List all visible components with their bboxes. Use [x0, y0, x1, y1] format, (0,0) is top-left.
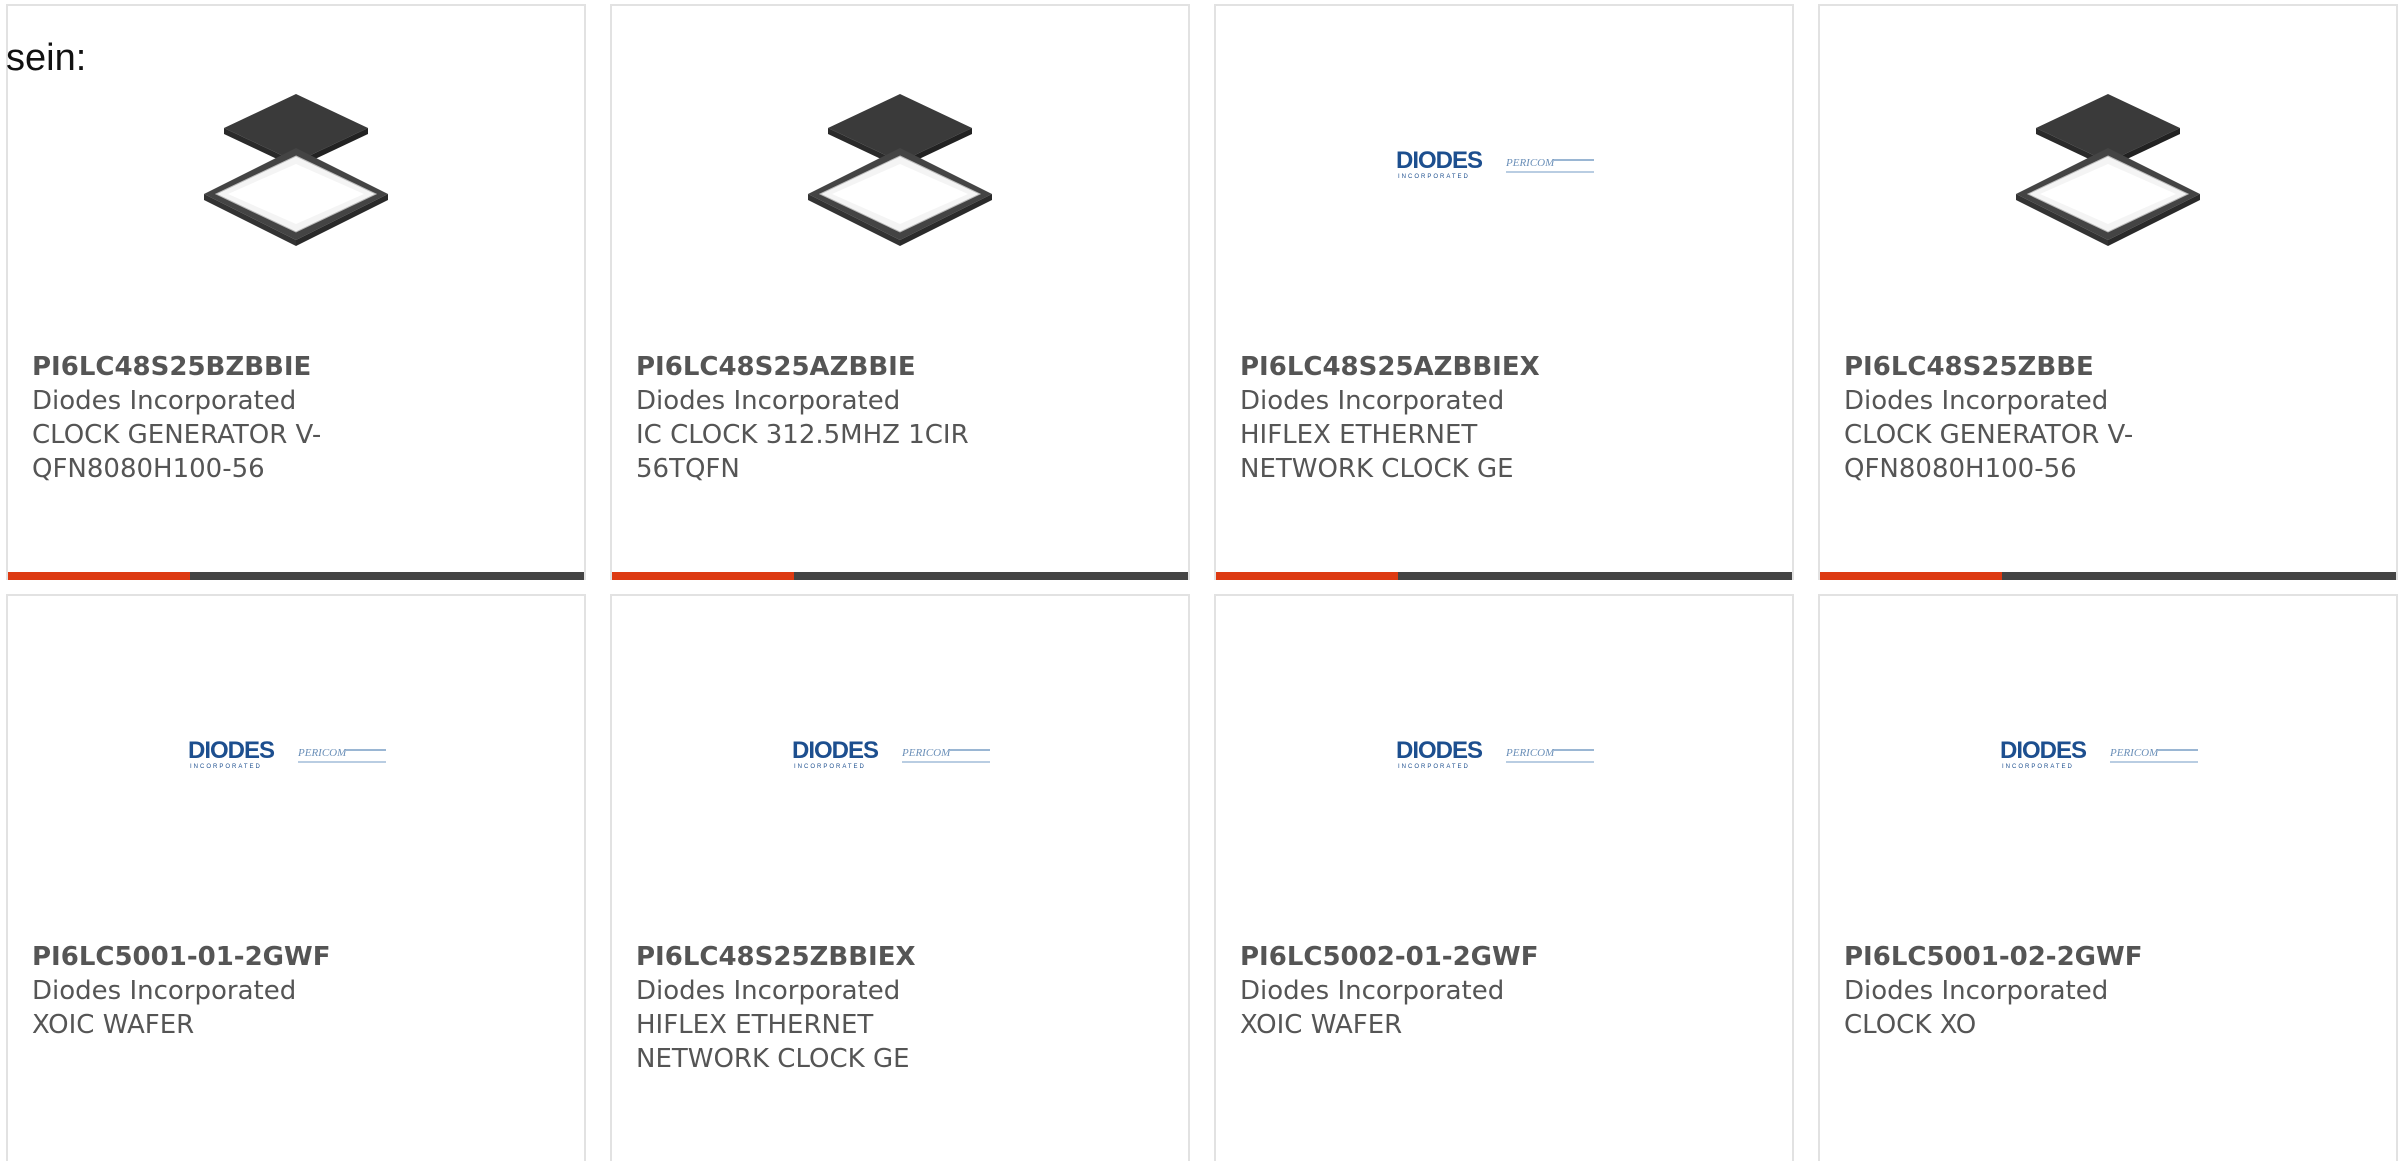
manufacturer-label: Diodes Incorporated: [1240, 386, 1505, 416]
pericom-logo-text: PERICOM: [901, 747, 951, 759]
description-text: XOIC WAFER: [1240, 1010, 1403, 1040]
product-card[interactable]: DIODES INCORPORATED PERICOM PI6LC5001-02…: [1818, 594, 2398, 1161]
product-info: PI6LC48S25ZBBIEX Diodes Incorporated HIF…: [636, 940, 1164, 1076]
card-accent-bar: [1216, 572, 1398, 580]
description-text: IC CLOCK 312.5MHZ 1CIR 56TQFN: [636, 420, 969, 484]
part-number-link[interactable]: PI6LC5002-01-2GWF: [1240, 940, 1768, 974]
qfn-chip-image: [2016, 94, 2200, 246]
card-accent-bar: [612, 572, 794, 580]
card-bottom-bar: [1216, 572, 1792, 580]
product-image[interactable]: [8, 46, 584, 286]
part-number-link[interactable]: PI6LC48S25ZBBE: [1844, 350, 2372, 384]
diodes-logo-subtext: INCORPORATED: [1398, 174, 1470, 180]
part-number-link[interactable]: PI6LC5001-02-2GWF: [1844, 940, 2372, 974]
manufacturer-label: Diodes Incorporated: [1844, 976, 2109, 1006]
diodes-pericom-logo: DIODES INCORPORATED PERICOM: [1396, 737, 1594, 770]
card-accent-bar: [1820, 572, 2002, 580]
part-number-link[interactable]: PI6LC48S25AZBBIE: [636, 350, 1164, 384]
part-number-link[interactable]: PI6LC5001-01-2GWF: [32, 940, 560, 974]
diodes-logo-subtext: INCORPORATED: [190, 764, 262, 770]
product-info: PI6LC5001-01-2GWF Diodes Incorporated XO…: [32, 940, 560, 1042]
product-info: PI6LC48S25AZBBIE Diodes Incorporated IC …: [636, 350, 1164, 486]
manufacturer-label: Diodes Incorporated: [1844, 386, 2109, 416]
part-number-link[interactable]: PI6LC48S25ZBBIEX: [636, 940, 1164, 974]
product-image[interactable]: DIODES INCORPORATED PERICOM: [612, 636, 1188, 876]
product-info: PI6LC48S25BZBBIE Diodes Incorporated CLO…: [32, 350, 560, 486]
product-grid-page: sein: PI6LC48S25BZBBIE Diodes Incorporat…: [0, 0, 2400, 1161]
diodes-logo-text: DIODES: [1396, 737, 1483, 764]
product-info: PI6LC5001-02-2GWF Diodes Incorporated CL…: [1844, 940, 2372, 1042]
pericom-logo-text: PERICOM: [1505, 747, 1555, 759]
card-bottom-bar: [1820, 572, 2396, 580]
manufacturer-label: Diodes Incorporated: [636, 976, 901, 1006]
part-number-link[interactable]: PI6LC48S25AZBBIEX: [1240, 350, 1768, 384]
pericom-logo-text: PERICOM: [2109, 747, 2159, 759]
intro-text: sein:: [6, 37, 87, 79]
diodes-pericom-logo: DIODES INCORPORATED PERICOM: [2000, 737, 2198, 770]
diodes-logo-text: DIODES: [792, 737, 879, 764]
product-image[interactable]: [1820, 46, 2396, 286]
diodes-pericom-logo: DIODES INCORPORATED PERICOM: [1396, 147, 1594, 180]
description-text: HIFLEX ETHERNET NETWORK CLOCK GE: [1240, 420, 1514, 484]
product-card[interactable]: DIODES INCORPORATED PERICOM PI6LC5001-01…: [6, 594, 586, 1161]
product-image[interactable]: DIODES INCORPORATED PERICOM: [1216, 636, 1792, 876]
card-bottom-bar: [8, 572, 584, 580]
description-text: CLOCK GENERATOR V-QFN8080H100-56: [32, 420, 322, 484]
manufacturer-label: Diodes Incorporated: [32, 976, 297, 1006]
product-image[interactable]: DIODES INCORPORATED PERICOM: [8, 636, 584, 876]
product-info: PI6LC48S25ZBBE Diodes Incorporated CLOCK…: [1844, 350, 2372, 486]
product-image[interactable]: DIODES INCORPORATED PERICOM: [1820, 636, 2396, 876]
manufacturer-label: Diodes Incorporated: [1240, 976, 1505, 1006]
pericom-logo-text: PERICOM: [297, 747, 347, 759]
diodes-logo-subtext: INCORPORATED: [2002, 764, 2074, 770]
product-card[interactable]: PI6LC48S25ZBBE Diodes Incorporated CLOCK…: [1818, 4, 2398, 580]
diodes-logo-text: DIODES: [2000, 737, 2087, 764]
card-bottom-bar: [612, 572, 1188, 580]
qfn-chip-image: [204, 94, 388, 246]
product-info: PI6LC48S25AZBBIEX Diodes Incorporated HI…: [1240, 350, 1768, 486]
diodes-logo-subtext: INCORPORATED: [794, 764, 866, 770]
diodes-pericom-logo: DIODES INCORPORATED PERICOM: [188, 737, 386, 770]
manufacturer-label: Diodes Incorporated: [32, 386, 297, 416]
product-card[interactable]: DIODES INCORPORATED PERICOM PI6LC48S25AZ…: [1214, 4, 1794, 580]
product-card[interactable]: DIODES INCORPORATED PERICOM PI6LC48S25ZB…: [610, 594, 1190, 1161]
description-text: CLOCK GENERATOR V-QFN8080H100-56: [1844, 420, 2134, 484]
card-accent-bar: [8, 572, 190, 580]
description-text: HIFLEX ETHERNET NETWORK CLOCK GE: [636, 1010, 910, 1074]
manufacturer-label: Diodes Incorporated: [636, 386, 901, 416]
pericom-logo-text: PERICOM: [1505, 157, 1555, 169]
product-info: PI6LC5002-01-2GWF Diodes Incorporated XO…: [1240, 940, 1768, 1042]
part-number-link[interactable]: PI6LC48S25BZBBIE: [32, 350, 560, 384]
description-text: CLOCK XO: [1844, 1010, 1977, 1040]
product-card[interactable]: PI6LC48S25BZBBIE Diodes Incorporated CLO…: [6, 4, 586, 580]
product-card[interactable]: PI6LC48S25AZBBIE Diodes Incorporated IC …: [610, 4, 1190, 580]
product-image[interactable]: [612, 46, 1188, 286]
product-card[interactable]: DIODES INCORPORATED PERICOM PI6LC5002-01…: [1214, 594, 1794, 1161]
qfn-chip-image: [808, 94, 992, 246]
diodes-pericom-logo: DIODES INCORPORATED PERICOM: [792, 737, 990, 770]
diodes-logo-text: DIODES: [1396, 147, 1483, 174]
diodes-logo-subtext: INCORPORATED: [1398, 764, 1470, 770]
description-text: XOIC WAFER: [32, 1010, 195, 1040]
product-image[interactable]: DIODES INCORPORATED PERICOM: [1216, 46, 1792, 286]
diodes-logo-text: DIODES: [188, 737, 275, 764]
